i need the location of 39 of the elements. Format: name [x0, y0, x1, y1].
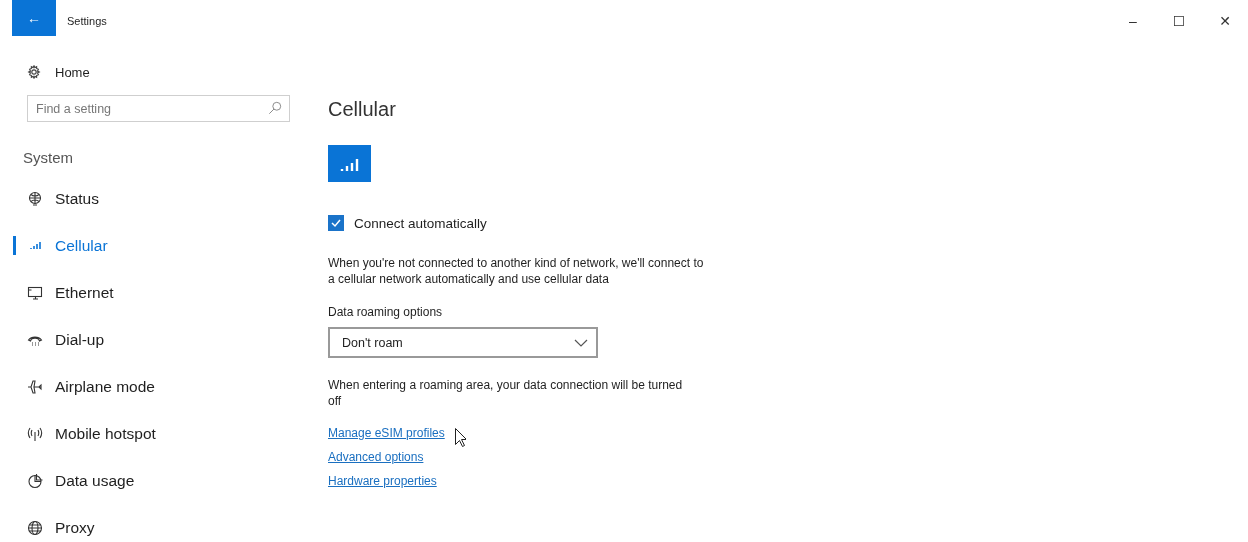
gear-icon — [27, 65, 41, 79]
page-title: Cellular — [328, 98, 396, 121]
settings-link[interactable]: Advanced options — [328, 450, 424, 464]
globe-monitor-icon — [27, 190, 43, 207]
minimize-button[interactable]: – — [1110, 0, 1156, 42]
search-field[interactable]: Find a setting — [27, 95, 290, 122]
search-icon — [268, 101, 282, 115]
connect-checkbox[interactable]: Connect automatically — [328, 215, 487, 231]
antenna-icon — [27, 425, 43, 442]
description-text: When entering a roaming area, your data connection will be turned off — [328, 377, 683, 409]
window-title: Settings — [67, 15, 107, 27]
nav-item[interactable]: Data usage — [0, 457, 300, 504]
cellular-tile-icon — [328, 145, 371, 182]
check-icon — [330, 217, 342, 229]
mouse-pointer-icon — [454, 428, 466, 447]
section-heading: System — [23, 149, 74, 166]
nav-item[interactable]: Ethernet — [0, 269, 300, 316]
roaming-dropdown[interactable]: Don't roam — [328, 327, 598, 358]
pie-chart-icon — [27, 472, 43, 489]
back-button[interactable]: ← — [12, 0, 56, 36]
nav-item[interactable]: Proxy — [0, 504, 300, 542]
nav-item[interactable]: Dial-up — [0, 316, 300, 363]
nav-item[interactable]: Airplane mode — [0, 363, 300, 410]
field-label: Data roaming options — [328, 305, 443, 319]
globe-icon — [27, 519, 43, 536]
description-text: When you're not connected to another kind of network, we'll connect to a cellular network automatically and use cellular data — [328, 255, 705, 287]
chevron-down-icon — [574, 338, 588, 347]
settings-link[interactable]: Manage eSIM profiles — [328, 426, 445, 440]
nav-item[interactable]: Cellular — [0, 222, 300, 269]
selection-indicator — [13, 236, 16, 255]
airplane-icon — [27, 378, 43, 395]
close-button[interactable]: ✕ — [1202, 0, 1248, 42]
maximize-button[interactable]: ☐ — [1156, 0, 1202, 42]
home-link[interactable]: Home — [27, 62, 300, 82]
nav-item[interactable]: Mobile hotspot — [0, 410, 300, 457]
settings-link[interactable]: Hardware properties — [328, 474, 437, 488]
nav-item[interactable]: Status — [0, 175, 300, 222]
signal-bars-icon — [29, 241, 41, 250]
monitor-icon — [27, 284, 43, 301]
